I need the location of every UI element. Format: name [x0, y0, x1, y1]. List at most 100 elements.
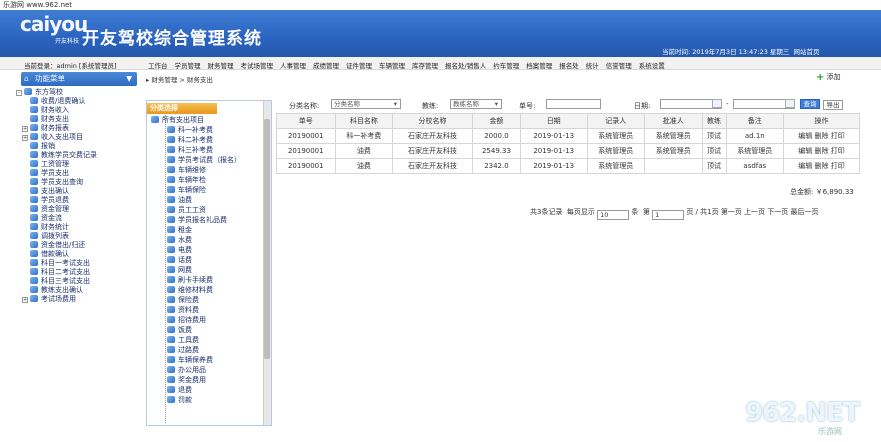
picker-item[interactable]: 水费 — [167, 236, 192, 244]
tree-item[interactable]: 教练支出确认 — [30, 286, 83, 294]
menu-item[interactable]: 成绩管理 — [313, 60, 339, 70]
table-cell: 系统管理员 — [644, 128, 703, 144]
table-cell: 系统管理员 — [586, 128, 646, 144]
picker-scrollbar[interactable] — [263, 101, 271, 425]
last-page-link[interactable]: 最后一页 — [791, 208, 819, 216]
per-page-input[interactable]: 10 — [597, 210, 630, 220]
expand-icon[interactable]: + — [22, 126, 28, 132]
tree-item[interactable]: 资金流 — [30, 214, 62, 222]
add-button[interactable]: + 添加 — [816, 72, 841, 83]
expand-icon[interactable]: + — [22, 135, 28, 141]
menu-item[interactable]: 统计 — [586, 60, 599, 70]
picker-item[interactable]: 车辆维修 — [167, 166, 206, 174]
expand-icon[interactable]: + — [22, 297, 28, 303]
next-page-link[interactable]: 下一页 — [767, 208, 788, 216]
picker-item[interactable]: 车辆年检 — [167, 176, 206, 184]
picker-item[interactable]: 油费 — [167, 196, 192, 204]
site-home-link[interactable]: 网站首页 — [794, 48, 820, 56]
menu-item[interactable]: 工作台 — [148, 60, 168, 70]
picker-item[interactable]: 科三补考费 — [167, 146, 213, 154]
menu-item[interactable]: 考试场管理 — [241, 60, 274, 70]
calendar-icon[interactable] — [785, 99, 795, 108]
picker-item[interactable]: 过路费 — [167, 346, 199, 354]
menu-item[interactable]: 库存管理 — [412, 60, 438, 70]
tree-item[interactable]: 学员支出查询 — [30, 178, 83, 186]
menu-item[interactable]: 人事管理 — [280, 60, 306, 70]
menu-item[interactable]: 档案管理 — [526, 60, 552, 70]
picker-item[interactable]: 电费 — [167, 246, 192, 254]
tree-item[interactable]: 支出确认 — [30, 187, 69, 195]
scrollbar-thumb[interactable] — [264, 119, 270, 359]
table-cell: 2549.33 — [472, 143, 521, 159]
picker-item[interactable]: 刷卡手续费 — [167, 276, 213, 284]
picker-item[interactable]: 所有支出项目 — [151, 116, 204, 124]
row-actions[interactable]: 编辑 删除 打印 — [783, 158, 860, 174]
menu-item[interactable]: 学员管理 — [175, 60, 201, 70]
tree-item[interactable]: 资金借出/归还 — [30, 241, 85, 249]
picker-item[interactable]: 话费 — [167, 256, 192, 264]
picker-item[interactable]: 退费 — [167, 386, 192, 394]
tree-item[interactable]: 科目一考试支出 — [30, 259, 90, 267]
menu-item[interactable]: 约车管理 — [493, 60, 519, 70]
picker-item[interactable]: 科一补考费 — [167, 126, 213, 134]
chevron-down-icon[interactable]: ▼ — [126, 72, 132, 86]
menu-item[interactable]: 信誉管理 — [606, 60, 632, 70]
picker-item[interactable]: 网费 — [167, 266, 192, 274]
tree-item[interactable]: 科目三考试支出 — [30, 277, 90, 285]
picker-item[interactable]: 维修材料费 — [167, 286, 213, 294]
first-page-link[interactable]: 第一页 — [721, 208, 742, 216]
tree-item[interactable]: 教练学员交费记录 — [30, 151, 97, 159]
picker-item[interactable]: 招待费用 — [167, 316, 206, 324]
picker-item[interactable]: 学员报名礼品费 — [167, 216, 227, 224]
function-menu-header[interactable]: ⌂ 功能菜单 ▼ — [21, 72, 137, 86]
picker-item[interactable]: 车辆保险 — [167, 186, 206, 194]
number-input[interactable] — [546, 99, 601, 109]
tree-item[interactable]: 财务收入 — [30, 106, 69, 114]
menu-item[interactable]: 财务管理 — [208, 60, 234, 70]
tree-item[interactable]: 资金管理 — [30, 205, 69, 213]
page-input[interactable]: 1 — [652, 210, 685, 220]
tree-root[interactable]: - 东方驾校 — [16, 88, 63, 96]
row-actions[interactable]: 编辑 删除 打印 — [783, 128, 860, 144]
menu-item[interactable]: 系统设置 — [639, 60, 665, 70]
row-actions[interactable]: 编辑 删除 打印 — [783, 143, 860, 159]
tree-item[interactable]: 财务统计 — [30, 223, 69, 231]
tree-item[interactable]: + 财务报表 — [22, 124, 69, 132]
tree-item[interactable]: + 收入支出项目 — [22, 133, 83, 141]
menu-item[interactable]: 报名处/销售人 — [445, 60, 486, 70]
picker-item[interactable]: 车辆保养费 — [167, 356, 213, 364]
category-select[interactable]: 分类名称 ▾ — [331, 99, 401, 109]
picker-item[interactable]: 保险费 — [167, 296, 199, 304]
column-header: 科目名称 — [334, 113, 394, 129]
menu-item[interactable]: 证件管理 — [346, 60, 372, 70]
tree-item[interactable]: 报销 — [30, 142, 55, 150]
tree-item[interactable]: 收费/退费确认 — [30, 97, 85, 105]
tree-item[interactable]: 学员退费 — [30, 196, 69, 204]
main-menu: 工作台 学员管理 财务管理 考试场管理 人事管理 成绩管理 证件管理 车辆管理 … — [148, 60, 665, 70]
teacher-select[interactable]: 教练名称 ▾ — [450, 99, 502, 109]
picker-item[interactable]: 罚款 — [167, 396, 192, 404]
tree-item[interactable]: 调拨列表 — [30, 232, 69, 240]
menu-item[interactable]: 报名处 — [559, 60, 579, 70]
picker-item[interactable]: 工具费 — [167, 336, 199, 344]
tree-item[interactable]: 借款确认 — [30, 250, 69, 258]
picker-item[interactable]: 饭费 — [167, 326, 192, 334]
picker-item[interactable]: 员工工资 — [167, 206, 206, 214]
tree-item[interactable]: 财务支出 — [30, 115, 69, 123]
collapse-icon[interactable]: - — [16, 90, 22, 96]
menu-item[interactable]: 车辆管理 — [379, 60, 405, 70]
picker-item[interactable]: 学员考试费（报名） — [167, 156, 241, 164]
tree-item[interactable]: 工资管理 — [30, 160, 69, 168]
tree-item[interactable]: 科目二考试支出 — [30, 268, 90, 276]
picker-item[interactable]: 科二补考费 — [167, 136, 213, 144]
picker-item[interactable]: 办公用品 — [167, 366, 206, 374]
search-button[interactable]: 查询 — [800, 99, 820, 109]
export-button[interactable]: 导出 — [823, 100, 843, 110]
tree-item[interactable]: + 考试场费用 — [22, 295, 76, 303]
tree-item[interactable]: 学员支出 — [30, 169, 69, 177]
picker-item[interactable]: 租金 — [167, 226, 192, 234]
picker-item[interactable]: 资料费 — [167, 306, 199, 314]
picker-item[interactable]: 奖金费用 — [167, 376, 206, 384]
calendar-icon[interactable] — [712, 99, 722, 108]
prev-page-link[interactable]: 上一页 — [744, 208, 765, 216]
